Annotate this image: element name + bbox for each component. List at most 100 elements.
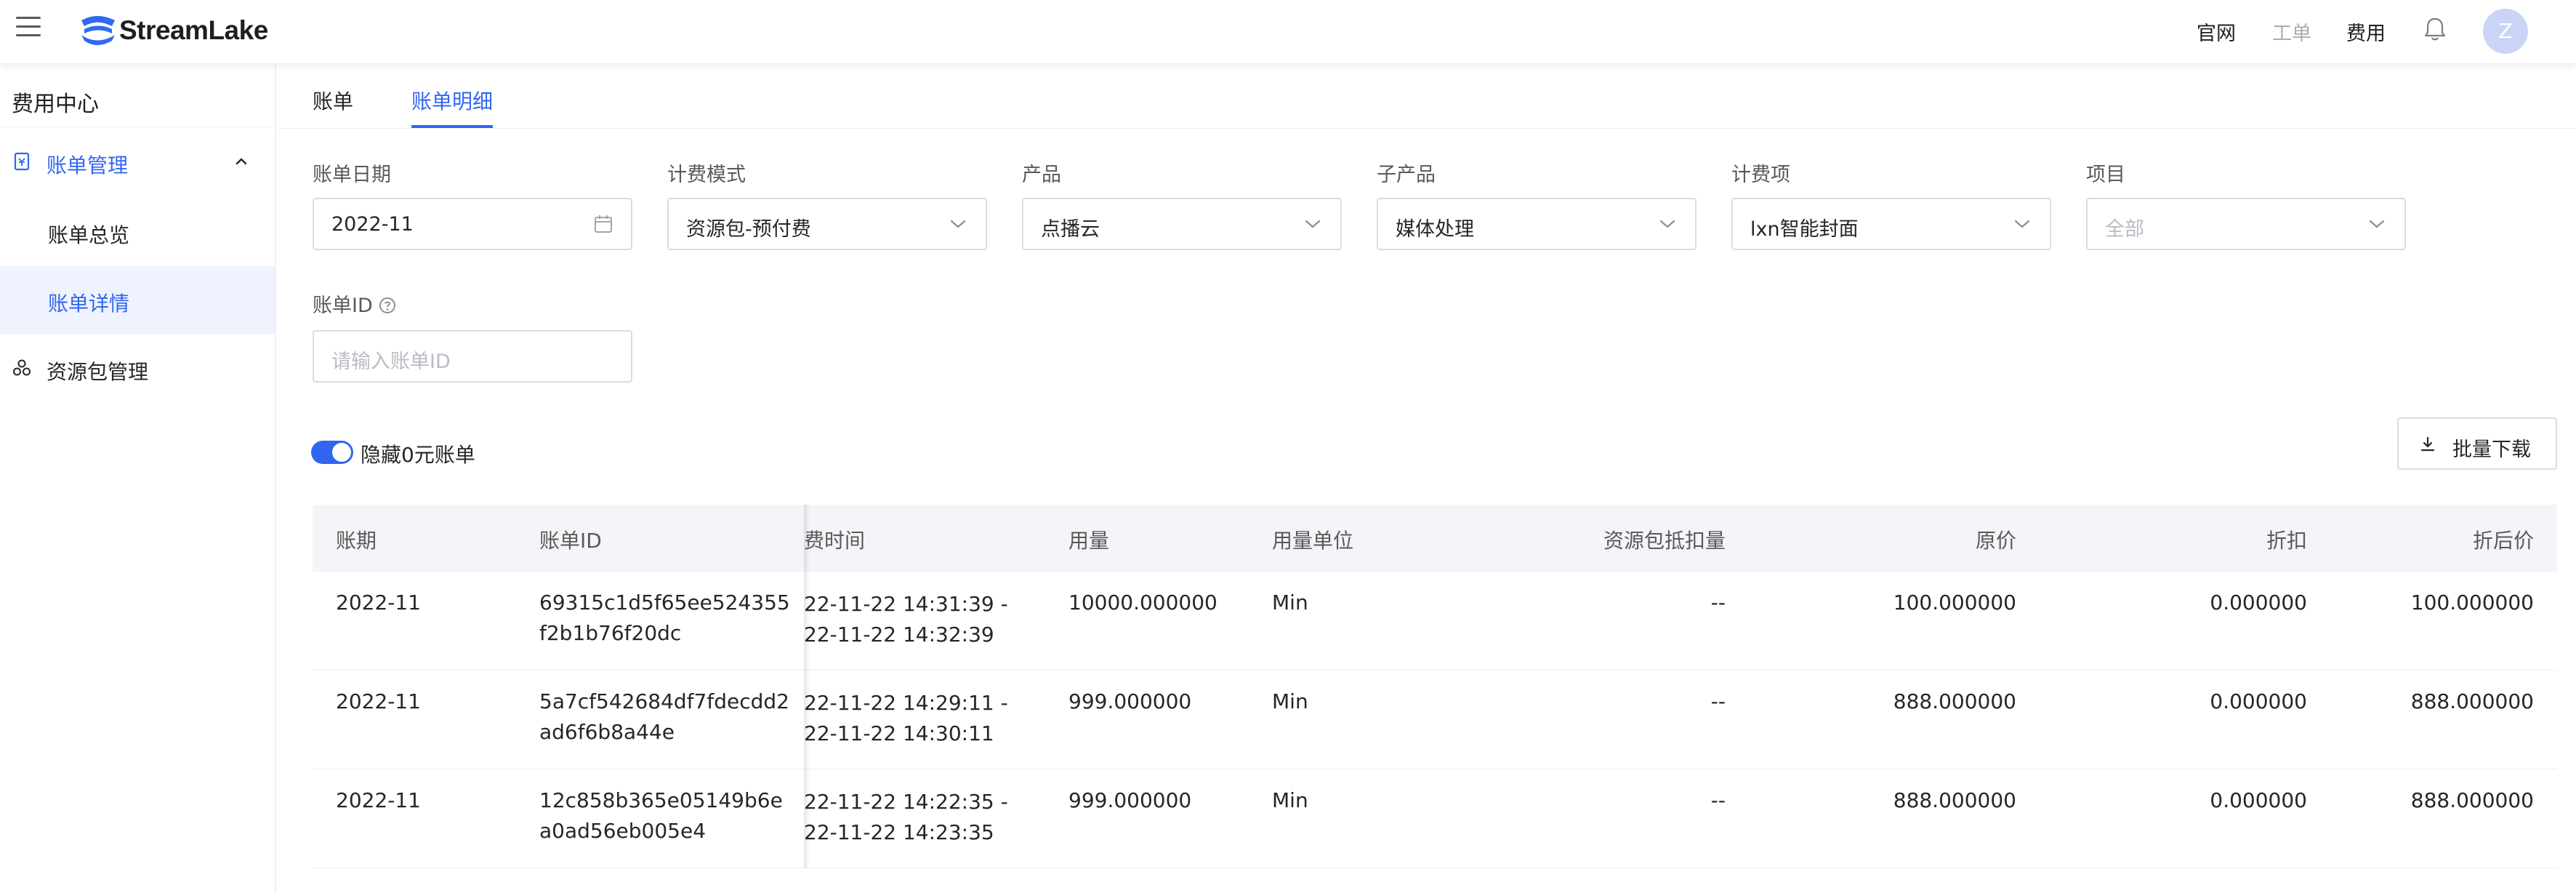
cell-time-line1: 22-11-22 14:22:35 - [804, 790, 1008, 814]
bill-date-picker[interactable]: 2022-11 [313, 198, 632, 250]
sidebar-item-resource-package[interactable]: 资源包管理 [0, 335, 275, 403]
cell-final-price: 888.000000 [2410, 788, 2534, 812]
cell-final-price: 888.000000 [2410, 689, 2534, 713]
cell-discount: 0.000000 [2210, 590, 2307, 614]
cell-bill-id-line2: f2b1b76f20dc [539, 621, 682, 645]
batch-download-label: 批量下载 [2452, 439, 2531, 461]
cell-original-price: 100.000000 [1893, 590, 2016, 614]
sidebar-item-bill-details[interactable]: 账单详情 [0, 266, 275, 335]
cell-deduction: -- [1710, 689, 1726, 713]
bell-icon[interactable] [2420, 15, 2450, 44]
cell-period: 2022-11 [336, 788, 421, 812]
chevron-up-icon[interactable] [234, 154, 249, 169]
col-billing-time: 费时间 [804, 529, 866, 553]
cell-time-line2: 22-11-22 14:30:11 [804, 721, 994, 745]
cell-time-line1: 22-11-22 14:29:11 - [804, 691, 1008, 715]
project-label: 项目 [2086, 164, 2125, 186]
bill-id-label: 账单ID [313, 295, 373, 317]
product-label: 产品 [1022, 164, 1061, 186]
product-select[interactable]: 点播云 [1022, 198, 1342, 250]
cell-discount: 0.000000 [2210, 689, 2307, 713]
col-usage: 用量 [1068, 529, 1110, 553]
sidebar-item-label: 资源包管理 [47, 360, 149, 384]
table-row: 2022-11 5a7cf542684df7fdecdd2 ad6f6b8a44… [313, 670, 2557, 769]
cell-usage: 999.000000 [1068, 689, 1192, 713]
chevron-down-icon [2369, 220, 2385, 228]
fixed-column-shadow [804, 505, 810, 868]
table-row: 2022-11 12c858b365e05149b6e a0ad56eb005e… [313, 769, 2557, 868]
hide-zero-bill-label: 隐藏0元账单 [361, 443, 475, 467]
cell-usage: 10000.000000 [1068, 590, 1217, 614]
col-bill-id: 账单ID [539, 529, 602, 553]
nav-link-billing[interactable]: 费用 [2346, 17, 2386, 46]
cell-time-line2: 22-11-22 14:23:35 [804, 820, 994, 844]
tab-divider [278, 128, 2576, 129]
cell-time-line1: 22-11-22 14:31:39 - [804, 592, 1008, 616]
tab-bill-details[interactable]: 账单明细 [411, 86, 493, 115]
app-logo[interactable]: StreamLake [79, 10, 268, 51]
project-placeholder: 全部 [2105, 218, 2144, 241]
batch-download-button[interactable]: 批量下载 [2397, 417, 2557, 470]
col-original-price: 原价 [1975, 529, 2016, 553]
chevron-down-icon [1659, 220, 1675, 228]
billing-mode-label: 计费模式 [667, 164, 746, 186]
nav-link-ticket[interactable]: 工单 [2272, 17, 2311, 46]
col-package-deduction: 资源包抵扣量 [1603, 529, 1726, 553]
table-row: 2022-11 69315c1d5f65ee524355 f2b1b76f20d… [313, 572, 2557, 670]
cell-time-line2: 22-11-22 14:32:39 [804, 622, 994, 646]
cell-bill-id-line1: 12c858b365e05149b6e [539, 788, 783, 812]
bill-icon [14, 152, 30, 171]
cell-bill-id-line1: 69315c1d5f65ee524355 [539, 590, 790, 614]
sidebar-group-label: 账单管理 [47, 153, 129, 177]
bill-id-input[interactable]: 请输入账单ID [313, 330, 632, 383]
cell-bill-id-line1: 5a7cf542684df7fdecdd2 [539, 689, 789, 713]
billing-item-select[interactable]: lxn智能封面 [1731, 198, 2051, 250]
user-avatar[interactable]: Z [2483, 9, 2528, 54]
chevron-down-icon [2014, 220, 2030, 228]
cell-unit: Min [1272, 788, 1308, 812]
cell-unit: Min [1272, 689, 1308, 713]
sidebar-title: 费用中心 [12, 92, 99, 117]
sub-product-select[interactable]: 媒体处理 [1377, 198, 1696, 250]
top-navbar: StreamLake 官网 工单 费用 Z [0, 0, 2576, 64]
sidebar-item-label: 账单详情 [48, 292, 130, 316]
bill-id-placeholder: 请输入账单ID [331, 351, 451, 373]
nav-link-official-site[interactable]: 官网 [2197, 17, 2236, 46]
menu-icon[interactable] [16, 16, 41, 38]
logo-text: StreamLake [119, 15, 268, 45]
cell-deduction: -- [1710, 788, 1726, 812]
cell-usage: 999.000000 [1068, 788, 1192, 812]
sidebar-item-bill-overview[interactable]: 账单总览 [0, 198, 275, 266]
sidebar-item-label: 账单总览 [48, 223, 130, 247]
download-icon [2420, 436, 2435, 452]
col-discount: 折扣 [2266, 529, 2307, 553]
product-value: 点播云 [1041, 218, 1100, 241]
col-final-price: 折后价 [2472, 529, 2534, 553]
cell-bill-id-line2: a0ad56eb005e4 [539, 819, 707, 843]
sidebar: 费用中心 账单管理 账单总览 账单详情 资源包管理 [0, 64, 276, 893]
cell-final-price: 100.000000 [2410, 590, 2534, 614]
cell-original-price: 888.000000 [1893, 788, 2016, 812]
sidebar-group-bill-management[interactable]: 账单管理 [0, 128, 275, 196]
calendar-icon [595, 215, 612, 233]
col-usage-unit: 用量单位 [1272, 529, 1354, 553]
cell-discount: 0.000000 [2210, 788, 2307, 812]
table-header: 账期 账单ID 费时间 用量 用量单位 资源包抵扣量 原价 折扣 折后价 [313, 505, 2557, 572]
cell-period: 2022-11 [336, 590, 421, 614]
chevron-down-icon [1305, 220, 1321, 228]
billing-mode-value: 资源包-预付费 [686, 218, 811, 241]
cell-deduction: -- [1710, 590, 1726, 614]
billing-mode-select[interactable]: 资源包-预付费 [667, 198, 987, 250]
hide-zero-bill-toggle[interactable] [311, 441, 353, 464]
tab-bill[interactable]: 账单 [313, 86, 353, 115]
package-icon [13, 359, 31, 376]
sub-product-value: 媒体处理 [1396, 218, 1474, 241]
project-select[interactable]: 全部 [2086, 198, 2406, 250]
billing-item-value: lxn智能封面 [1750, 218, 1859, 241]
chevron-down-icon [950, 220, 966, 228]
col-period: 账期 [336, 529, 377, 553]
sub-product-label: 子产品 [1377, 164, 1436, 186]
cell-original-price: 888.000000 [1893, 689, 2016, 713]
bill-date-label: 账单日期 [313, 164, 391, 186]
question-circle-icon[interactable] [379, 297, 396, 314]
